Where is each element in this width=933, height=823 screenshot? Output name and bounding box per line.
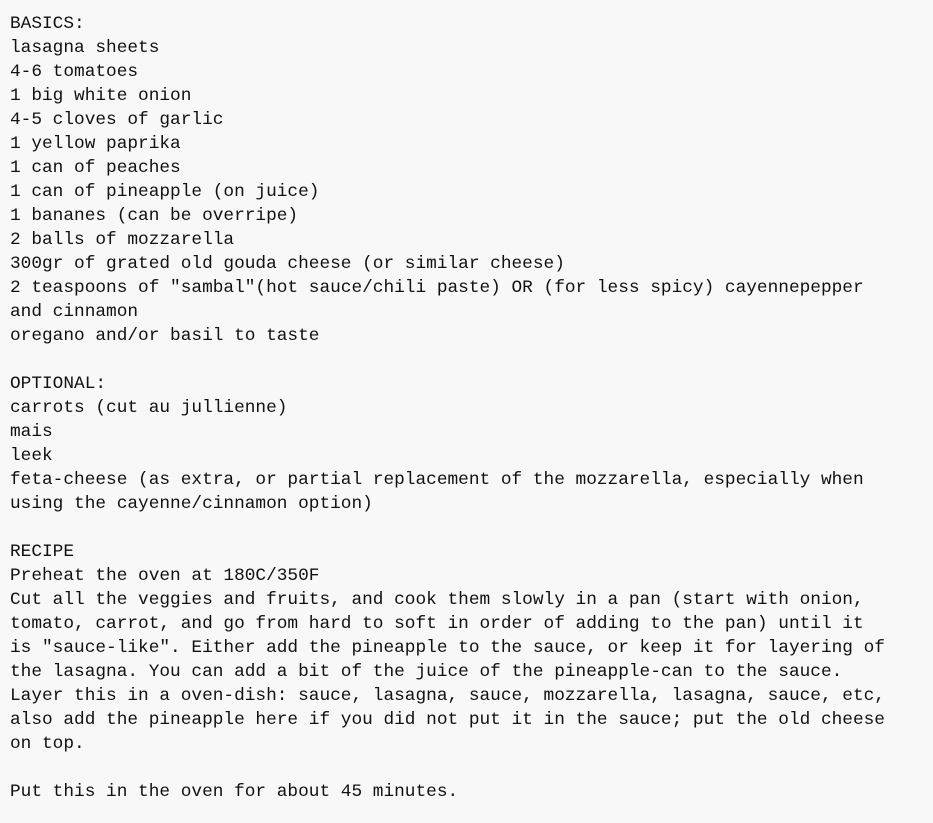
text-line: 1 can of pineapple (on juice) [10,182,320,202]
text-line: oregano and/or basil to taste [10,326,320,346]
text-line: using the cayenne/cinnamon option) [10,494,373,514]
text-line: 4-6 tomatoes [10,62,139,82]
text-line: feta-cheese (as extra, or partial replac… [10,470,864,490]
text-line [10,756,885,780]
text-line: 1 can of peaches [10,158,181,178]
text-line: 300gr of grated old gouda cheese (or sim… [10,254,565,274]
text-line: on top. [10,734,85,754]
text-line: leek [10,446,53,466]
text-line: tomato, carrot, and go from hard to soft… [10,614,864,634]
text-line: OPTIONAL: [10,374,107,394]
text-line: also add the pineapple here if you did n… [10,710,885,730]
text-line: Put this in the oven for about 45 minute… [10,782,459,802]
text-line: RECIPE [10,542,75,562]
text-line: is "sauce-like". Either add the pineappl… [10,638,885,658]
text-line: 2 teaspoons of "sambal"(hot sauce/chili … [10,278,864,298]
text-line: 2 balls of mozzarella [10,230,235,250]
text-line: 1 yellow paprika [10,134,181,154]
text-line [10,348,885,372]
text-line: 4-5 cloves of garlic [10,110,224,130]
text-line: the lasagna. You can add a bit of the ju… [10,662,843,682]
text-line: Cut all the veggies and fruits, and cook… [10,590,864,610]
text-line: mais [10,422,53,442]
text-line: and cinnamon [10,302,139,322]
text-line: lasagna sheets [10,38,160,58]
text-line: 1 bananes (can be overripe) [10,206,299,226]
text-line: BASICS: [10,14,85,34]
text-line: carrots (cut au jullienne) [10,398,288,418]
recipe-text: BASICS: lasagna sheets 4-6 tomatoes 1 big w… [10,12,885,804]
text-line: Layer this in a oven-dish: sauce, lasagn… [10,686,885,706]
text-line [10,516,885,540]
text-line: Preheat the oven at 180C/350F [10,566,320,586]
text-line: 1 big white onion [10,86,192,106]
